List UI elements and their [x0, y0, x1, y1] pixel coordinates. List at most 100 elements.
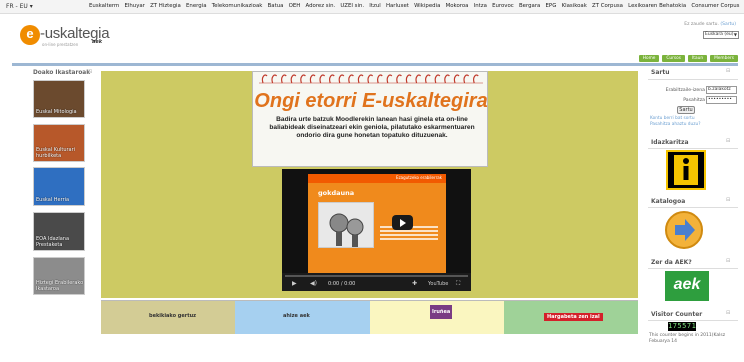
nav-item[interactable]: Euskalterm [89, 3, 119, 9]
what-is-aek-title: Zer da AEK? [651, 259, 692, 266]
site-logo[interactable]: e -uskaltegia on-line prestatzen aek [20, 25, 110, 47]
nav-item[interactable]: Harluxet [386, 3, 409, 9]
nav-item[interactable]: Intza [474, 3, 487, 9]
volume-icon[interactable]: ◀) [310, 280, 317, 287]
nav-item[interactable]: ZT Hiztegia [150, 3, 181, 9]
nav-item[interactable]: Wikipedia [414, 3, 440, 9]
partner-logo[interactable]: bekikiako gertuz [101, 301, 235, 334]
visitor-note-date: Febuarya 14 [649, 339, 678, 344]
partner-logo-label: ahize aek [283, 313, 310, 319]
welcome-text: Badira urte batzuk Moodlerekin lanean ha… [269, 116, 475, 139]
partner-logo[interactable]: Iruñea [370, 301, 504, 334]
video-player[interactable]: Ezagutzeko erabilerrak gokdauna ▶ ◀) 0:0… [282, 169, 471, 291]
info-icon[interactable] [666, 150, 706, 190]
language-dropdown-value: Euskara (eu) [705, 32, 734, 37]
password-input[interactable]: ••••••••• [706, 96, 737, 104]
partner-logo[interactable]: ahize aek [235, 301, 370, 334]
language-label: FR - EU [6, 3, 28, 10]
password-label: Pasahitza [683, 98, 705, 103]
divider [648, 320, 738, 321]
welcome-title: Ongi etorri E-uskaltegira [254, 90, 488, 112]
nav-item[interactable]: Itzul [369, 3, 380, 9]
secretariat-title: Idazkaritza [651, 139, 689, 146]
partner-logo-label: Hargabeta zen izal [544, 313, 603, 321]
logo-subtitle: on-line prestatzen [42, 42, 79, 47]
logo-letter: e [20, 25, 40, 45]
chevron-down-icon: ▼ [733, 32, 737, 37]
nav-item[interactable]: EPG [546, 3, 557, 9]
username-input[interactable]: b.zalakotz [706, 86, 737, 94]
course-thumbnail-label: Euskal Herria [36, 197, 70, 203]
logo-aek: aek [92, 39, 103, 45]
menu-button[interactable]: Home [638, 55, 660, 62]
top-bar: FR - EU ▾ Euskalterm Elhuyar ZT Hiztegia En… [0, 0, 744, 14]
partner-logo[interactable]: Hargabeta zen izal [504, 301, 638, 334]
main-content: Ongi etorri E-uskaltegira Badira urte ba… [101, 71, 638, 298]
nav-item[interactable]: Eurovoc [492, 3, 514, 9]
course-thumbnail[interactable]: Euskal Mitologia [33, 80, 85, 118]
course-thumbnail-label: Hiztegi Erabilerako Ikastaroa [36, 280, 84, 292]
catalog-title: Katalogoa [651, 198, 686, 205]
resources-nav: Euskalterm Elhuyar ZT Hiztegia Energia Telek… [89, 3, 744, 9]
video-progress-bar[interactable] [285, 275, 468, 277]
nav-item[interactable]: Adorez sin. [306, 3, 336, 9]
login-status: Ez zaude sartu. (Sartu) [684, 22, 736, 27]
play-button[interactable] [392, 215, 413, 230]
course-thumbnail[interactable]: EOA Idazlana Prestaketa [33, 212, 85, 251]
language-selector[interactable]: FR - EU ▾ [6, 3, 33, 10]
nav-item[interactable]: Klasikoak [562, 3, 587, 9]
username-label: Erabiltzaile-izena [665, 88, 705, 93]
menu-button[interactable]: Cursos [662, 55, 686, 62]
nav-item[interactable]: ZT Corpusa [592, 3, 623, 9]
aek-logo[interactable]: aek [665, 271, 709, 301]
course-thumbnail[interactable]: Euskal Kulturari hurbilketa [33, 124, 85, 162]
video-slide-header-text: Ezagutzeko erabilerrak [396, 175, 442, 180]
nav-item[interactable]: Bergara [519, 3, 540, 9]
nav-item[interactable]: Lexikoaren Behatokia [628, 3, 686, 9]
collapse-icon[interactable]: ⊟ [726, 197, 730, 203]
nav-item[interactable]: Telekomunikazioak [212, 3, 263, 9]
collapse-icon[interactable]: ⊟ [88, 69, 92, 75]
free-courses-title: Doako Ikastaroak [33, 70, 91, 76]
divider [648, 207, 738, 208]
collapse-icon[interactable]: ⊟ [726, 138, 730, 144]
course-thumbnail[interactable]: Hiztegi Erabilerako Ikastaroa [33, 257, 85, 295]
video-slide: Ezagutzeko erabilerrak gokdauna [308, 174, 446, 274]
login-block-title: Sartu [651, 69, 670, 76]
partner-logo-label: Iruñea [430, 305, 453, 319]
video-slide-image [318, 202, 374, 248]
menu-button[interactable]: Itaun [688, 55, 708, 62]
header-divider-bar [12, 63, 738, 66]
welcome-banner: Ongi etorri E-uskaltegira Badira urte ba… [252, 71, 488, 167]
partner-logo-label: bekikiako gertuz [149, 313, 197, 319]
forgot-password-link[interactable]: Pasahitza ahaztu duzu? [650, 122, 701, 127]
fullscreen-icon[interactable]: ⛶ [456, 280, 460, 288]
create-account-link[interactable]: Kontu berri bat sortu [650, 116, 695, 121]
catalog-arrow-icon[interactable] [664, 210, 704, 250]
nav-item[interactable]: Batua [268, 3, 284, 9]
youtube-icon[interactable]: YouTube [428, 281, 448, 287]
course-thumbnail[interactable]: Euskal Herria [33, 167, 85, 206]
divider [648, 79, 738, 80]
language-dropdown[interactable]: Euskara (eu) ▼ [703, 31, 739, 39]
play-icon[interactable]: ▶ [292, 280, 297, 287]
divider [648, 268, 738, 269]
collapse-icon[interactable]: ⊟ [726, 310, 730, 316]
course-thumbnail-label: EOA Idazlana Prestaketa [36, 236, 70, 248]
collapse-icon[interactable]: ⊟ [726, 258, 730, 264]
login-link[interactable]: (Sartu) [720, 22, 736, 27]
nav-item[interactable]: UZEI sin. [340, 3, 364, 9]
login-button[interactable]: Sartu [677, 106, 695, 114]
settings-icon[interactable]: ✚ [412, 280, 417, 287]
login-status-text: Ez zaude sartu. [684, 22, 719, 27]
visitor-count: 175571 [668, 322, 697, 331]
nav-item[interactable]: Elhuyar [124, 3, 144, 9]
video-time: 0:00 / 0:00 [328, 281, 356, 287]
collapse-icon[interactable]: ⊟ [726, 68, 730, 74]
nav-item[interactable]: Energia [186, 3, 206, 9]
nav-item[interactable]: Mokoroa [446, 3, 469, 9]
menu-button[interactable]: Members [710, 55, 738, 62]
visitor-counter-title: Visitor Counter [651, 311, 703, 318]
nav-item[interactable]: OEH [289, 3, 301, 9]
nav-item[interactable]: Consumer Corpus [691, 3, 739, 9]
